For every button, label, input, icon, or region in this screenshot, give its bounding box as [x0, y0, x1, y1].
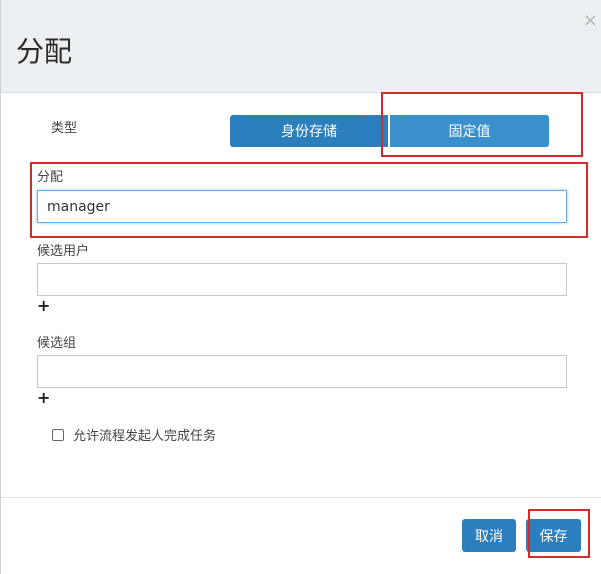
add-candidate-user-icon[interactable]: +	[37, 298, 50, 314]
cancel-button[interactable]: 取消	[462, 519, 516, 552]
add-candidate-group-icon[interactable]: +	[37, 390, 50, 406]
assignment-dialog: 分配 × 类型 身份存储 固定值 分配 候选用户 + 候选组 + 允许流程发起人…	[0, 0, 601, 574]
assignment-label: 分配	[37, 170, 64, 185]
allow-initiator-row: 允许流程发起人完成任务	[52, 425, 216, 444]
assignment-input[interactable]	[37, 190, 567, 223]
type-option-identity-store[interactable]: 身份存储	[230, 115, 388, 147]
footer-divider	[1, 497, 601, 498]
dialog-title: 分配	[16, 35, 73, 68]
dialog-header: 分配 ×	[1, 0, 601, 93]
candidate-groups-input[interactable]	[37, 355, 567, 388]
allow-initiator-checkbox[interactable]	[52, 428, 64, 441]
close-icon[interactable]: ×	[583, 10, 598, 31]
type-option-fixed-value[interactable]: 固定值	[390, 115, 549, 147]
allow-initiator-label: 允许流程发起人完成任务	[73, 429, 217, 444]
candidate-users-label: 候选用户	[37, 244, 90, 259]
candidate-users-input[interactable]	[37, 263, 567, 296]
candidate-groups-label: 候选组	[37, 336, 77, 351]
type-label: 类型	[51, 121, 78, 136]
save-button[interactable]: 保存	[526, 519, 581, 552]
